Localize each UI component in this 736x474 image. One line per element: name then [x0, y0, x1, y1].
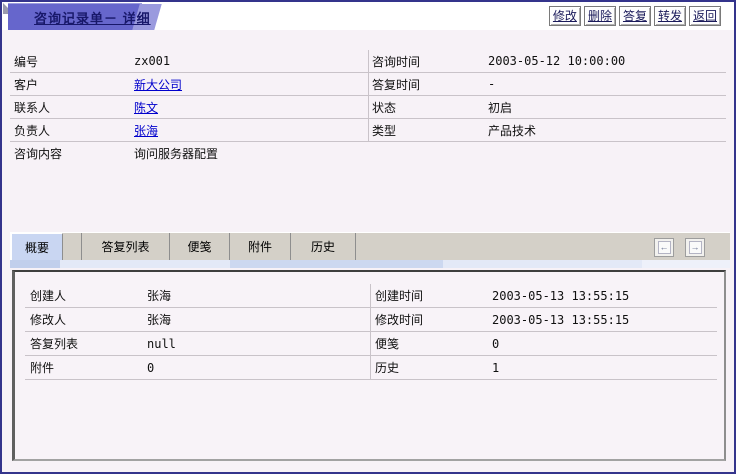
created-time-label: 创建时间 — [370, 287, 492, 304]
consult-time-label: 咨询时间 — [368, 53, 488, 70]
scroll-left-icon: ← — [658, 241, 671, 254]
summary-row-modifier: 修改人 张海 修改时间 2003-05-13 13:55:15 — [25, 308, 717, 332]
history-value: 1 — [492, 361, 717, 375]
summary-row-creator: 创建人 张海 创建时间 2003-05-13 13:55:15 — [25, 284, 717, 308]
type-label: 类型 — [368, 122, 488, 139]
reply-list-label: 答复列表 — [25, 335, 147, 352]
modifier-label: 修改人 — [25, 311, 147, 328]
creator-value: 张海 — [147, 287, 370, 304]
modified-time-label: 修改时间 — [370, 311, 492, 328]
contact-label: 联系人 — [10, 99, 134, 116]
created-time-value: 2003-05-13 13:55:15 — [492, 289, 717, 303]
tab-summary[interactable]: 概要 — [11, 233, 63, 260]
owner-label: 负责人 — [10, 122, 134, 139]
summary-form: 创建人 张海 创建时间 2003-05-13 13:55:15 修改人 张海 修… — [25, 284, 717, 380]
tab-strip-segment — [10, 260, 60, 268]
consult-time-value: 2003-05-12 10:00:00 — [488, 54, 726, 68]
reply-list-value: null — [147, 337, 370, 351]
reply-button[interactable]: 答复 — [619, 6, 651, 26]
attachments-value: 0 — [147, 361, 370, 375]
tab-attachments[interactable]: 附件 — [230, 233, 291, 260]
consultation-detail-window: 咨询记录单－ 详细 修改 删除 答复 转发 返回 编号 zx001 咨询时间 2… — [0, 0, 736, 474]
customer-label: 客户 — [10, 76, 134, 93]
customer-link[interactable]: 新大公司 — [134, 78, 182, 92]
page-title: 咨询记录单－ 详细 — [34, 8, 151, 27]
reply-time-label: 答复时间 — [368, 76, 488, 93]
tab-notes[interactable]: 便笺 — [170, 233, 230, 260]
tab-strip-segment — [642, 260, 730, 268]
number-label: 编号 — [10, 53, 134, 70]
tab-list: 概要 答复列表 便笺 附件 历史 — [11, 233, 730, 260]
form-column-divider — [368, 50, 369, 142]
attachments-label: 附件 — [25, 359, 147, 376]
return-button[interactable]: 返回 — [689, 6, 721, 26]
content-label: 咨询内容 — [10, 145, 134, 162]
notes-value: 0 — [492, 337, 717, 351]
page-title-tab: 咨询记录单－ 详细 — [8, 3, 142, 30]
content-value: 询问服务器配置 — [134, 145, 726, 162]
tab-reply-list[interactable]: 答复列表 — [82, 233, 170, 260]
tab-slot-summary: 概要 — [11, 233, 82, 260]
summary-column-divider — [370, 284, 371, 380]
history-label: 历史 — [370, 359, 492, 376]
creator-label: 创建人 — [25, 287, 147, 304]
status-value: 初启 — [488, 99, 726, 116]
scroll-right-icon: → — [689, 241, 702, 254]
notes-label: 便笺 — [370, 335, 492, 352]
reply-time-value: - — [488, 77, 726, 91]
owner-link[interactable]: 张海 — [134, 124, 158, 138]
modified-time-value: 2003-05-13 13:55:15 — [492, 313, 717, 327]
tab-strip-segment — [230, 260, 443, 268]
form-row-content: 咨询内容 询问服务器配置 — [10, 142, 726, 165]
modifier-value: 张海 — [147, 311, 370, 328]
number-value: zx001 — [134, 54, 368, 68]
modify-button[interactable]: 修改 — [549, 6, 581, 26]
summary-row-replylist: 答复列表 null 便笺 0 — [25, 332, 717, 356]
detail-tabbar: 概要 答复列表 便笺 附件 历史 ← → — [10, 232, 730, 260]
contact-link[interactable]: 陈文 — [134, 101, 158, 115]
summary-panel: 创建人 张海 创建时间 2003-05-13 13:55:15 修改人 张海 修… — [12, 270, 726, 461]
tab-scroll-right-button[interactable]: → — [685, 238, 705, 257]
tab-strip-segment — [60, 260, 230, 268]
delete-button[interactable]: 删除 — [584, 6, 616, 26]
tab-history[interactable]: 历史 — [291, 233, 356, 260]
toolbar: 修改 删除 答复 转发 返回 — [549, 6, 721, 26]
type-value: 产品技术 — [488, 122, 726, 139]
tab-strip-segment — [443, 260, 642, 268]
summary-row-attachments: 附件 0 历史 1 — [25, 356, 717, 380]
tab-scrollbar-strip[interactable] — [10, 260, 730, 268]
forward-button[interactable]: 转发 — [654, 6, 686, 26]
status-label: 状态 — [368, 99, 488, 116]
tab-scroll-left-button[interactable]: ← — [654, 238, 674, 257]
